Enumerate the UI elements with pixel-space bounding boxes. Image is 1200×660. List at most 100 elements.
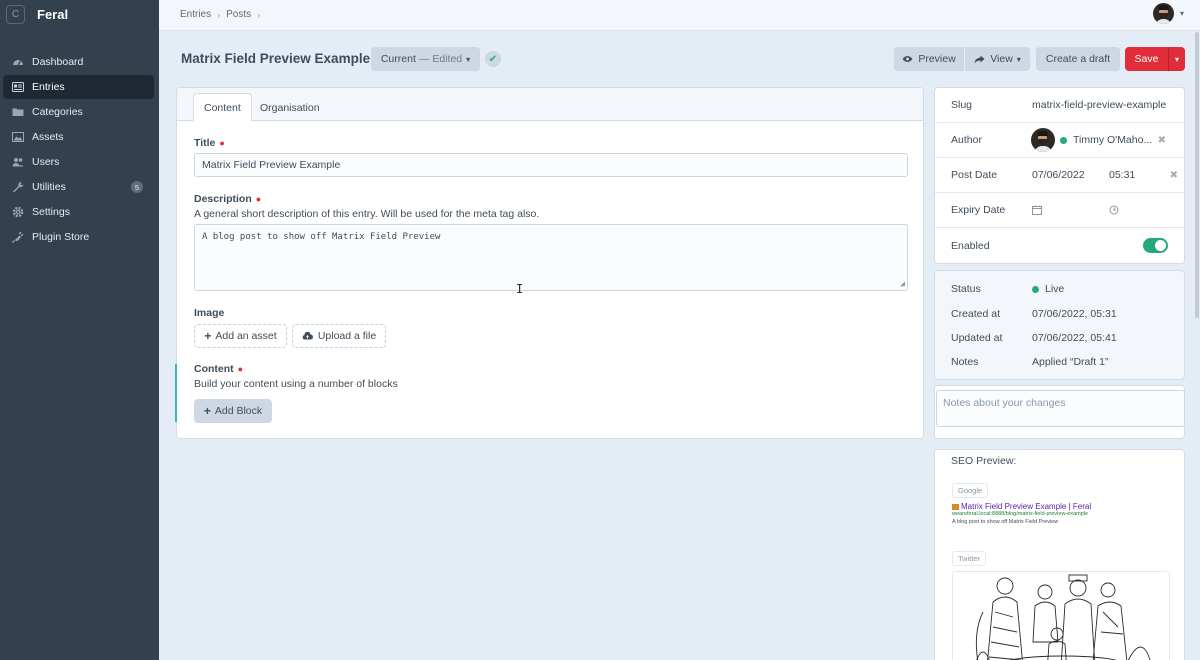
nav-item-plugin-store[interactable]: Plugin Store [3,225,154,249]
save-menu-chevron-icon[interactable]: ▾ [1169,55,1185,64]
wrench-icon [12,181,24,193]
nav-item-categories[interactable]: Categories [3,100,154,124]
preview-button[interactable]: Preview [894,47,964,71]
post-date-input[interactable]: 07/06/2022 [1032,169,1085,181]
nav-item-dashboard[interactable]: Dashboard [3,50,154,74]
nav-label: Users [32,156,60,168]
nav-label: Utilities [32,181,66,193]
nav-item-settings[interactable]: Settings [3,200,154,224]
chevron-down-icon: ▾ [1179,9,1184,18]
breadcrumb-posts[interactable]: Posts [226,9,251,20]
nav-label: Settings [32,206,70,218]
utilities-badge: 5 [131,181,143,193]
expiry-date-label: Expiry Date [951,204,1006,216]
revision-state: Edited [432,53,463,65]
entry-status-panel: Status Live Created at 07/06/2022, 05:31… [934,270,1185,380]
expiry-date-row: Expiry Date [935,193,1184,228]
entries-icon [12,81,24,93]
view-label: View [990,53,1013,65]
status-text: Live [1045,283,1065,295]
tab-organisation[interactable]: Organisation [250,93,330,122]
plug-icon [12,231,24,243]
clock-icon[interactable] [1109,205,1119,215]
add-block-button[interactable]: + Add Block [194,399,272,423]
add-asset-label: Add an asset [215,330,277,342]
breadcrumb: Entries › Posts › [180,9,266,20]
required-indicator: ● [237,364,244,374]
google-result-url: weareferal.local:8888/blog/matrix-field-… [952,511,1089,517]
nav-item-entries[interactable]: Entries [3,75,154,99]
add-asset-button[interactable]: + Add an asset [194,324,287,348]
nav-label: Categories [32,106,83,118]
revision-menu-button[interactable]: Current — Edited ▾ [371,47,480,71]
page-scrollbar[interactable] [1195,32,1199,318]
status-label: Status [951,283,981,295]
add-block-label: Add Block [214,405,263,417]
content-instructions: Build your content using a number of blo… [194,378,398,390]
google-result-title: Matrix Field Preview Example | Feral [952,502,1091,511]
image-icon [12,131,24,143]
notes-label: Notes [951,356,979,368]
breadcrumb-entries[interactable]: Entries [180,9,211,20]
image-field-label: Image [194,307,225,319]
created-at-label: Created at [951,308,1001,320]
nav-label: Dashboard [32,56,84,68]
title-field-label: Title ● [194,137,225,149]
title-input[interactable]: Matrix Field Preview Example [194,153,908,177]
calendar-icon[interactable] [1032,205,1042,215]
remove-author-icon[interactable]: ✖ [1158,135,1166,146]
upload-file-button[interactable]: Upload a file [292,324,386,348]
author-label: Author [951,134,982,146]
author-chip[interactable]: Timmy O'Maho... [1031,128,1152,152]
nav-label: Entries [32,81,65,93]
description-field-label: Description ● [194,193,261,205]
twitter-tag: Twitter [952,551,987,566]
revision-separator: — [418,53,430,65]
site-switcher[interactable]: C Feral [0,0,159,28]
nav-item-users[interactable]: Users [3,150,154,174]
save-button[interactable]: Save [1125,53,1168,65]
tab-content[interactable]: Content [193,93,252,122]
twitter-card-image [952,571,1170,660]
enabled-toggle[interactable] [1143,238,1168,253]
required-indicator: ● [255,194,262,204]
content-label-text: Content [194,363,234,375]
nav-label: Assets [32,131,64,143]
resize-handle-icon[interactable]: ◢ [900,280,905,288]
status-value: Live [1032,283,1064,295]
favicon-icon [952,503,959,510]
google-result-description: A blog post to show off Matrix Field Pre… [952,519,1059,525]
description-instructions: A general short description of this entr… [194,208,540,220]
plus-icon: + [203,404,211,418]
check-icon: ✔ [485,51,501,67]
nav-item-utilities[interactable]: Utilities 5 [3,175,154,199]
revision-notes-input[interactable]: Notes about your changes [936,390,1185,427]
chevron-down-icon: ▾ [466,54,471,64]
description-textarea[interactable]: A blog post to show off Matrix Field Pre… [194,224,908,291]
gear-icon [12,206,24,218]
view-button[interactable]: View ▾ [965,47,1030,71]
site-logo: C [6,4,25,24]
matrix-field-indicator [175,364,177,422]
sidebar: C Feral Dashboard Entries Categories Ass… [0,0,159,660]
content-card: Content Organisation Title ● Matrix Field… [175,87,924,439]
author-status-dot [1060,136,1067,144]
author-avatar [1031,128,1055,152]
page-title: Matrix Field Preview Example [181,51,371,66]
revision-current: Current [380,53,416,65]
chevron-right-icon: › [257,9,261,20]
nav-item-assets[interactable]: Assets [3,125,154,149]
account-menu-button[interactable]: ▾ [1152,3,1184,24]
notes-value: Applied “Draft 1” [1032,356,1109,368]
post-time-input[interactable]: 05:31 [1109,169,1135,181]
slug-label: Slug [951,99,973,111]
site-name: Feral [37,6,69,22]
clear-post-date-icon[interactable]: ✖ [1170,170,1178,181]
text-cursor-icon: I [516,282,524,296]
create-draft-button[interactable]: Create a draft [1036,47,1120,71]
slug-input[interactable]: matrix-field-preview-example [1032,99,1166,111]
entry-meta-panel: Slug matrix-field-preview-example Author… [934,87,1185,264]
enabled-label: Enabled [951,239,990,252]
users-icon [12,156,24,168]
seo-preview-panel: SEO Preview: Google Matrix Field Preview… [934,449,1185,660]
